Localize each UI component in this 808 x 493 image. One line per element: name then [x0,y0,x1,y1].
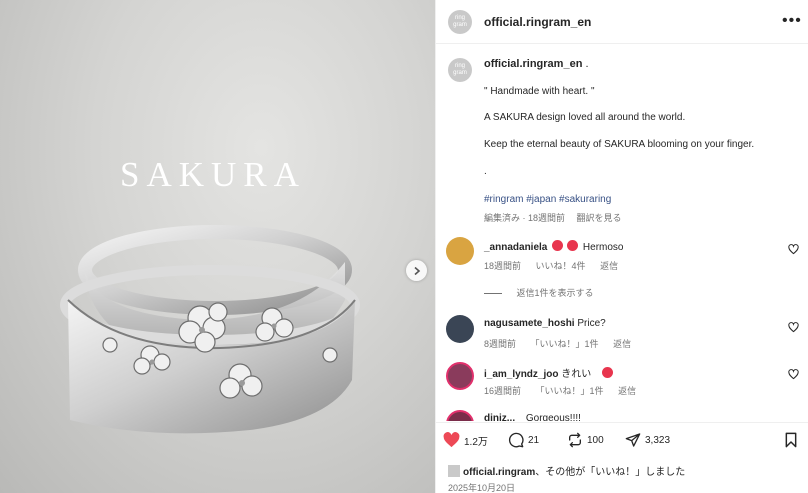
caption-line: . [484,166,487,177]
like-button[interactable]: 1.2万 [443,432,488,448]
bookmark-icon [785,432,797,448]
comment-body: Hermoso [582,242,624,253]
divider [484,293,502,295]
caption-header: official.ringram_en . [484,58,589,70]
comment-meta: 16週間前 「いいね！」1件 返信 [484,384,648,397]
reply-button[interactable]: 返信 [618,386,636,396]
like-comment-icon[interactable] [788,244,799,255]
comment-body: Price? [577,318,606,329]
comment-item: i_am_lyndz_joo きれい 16週間前 「いいね！」1件 返信 [436,362,808,402]
caption-line: " Handmade with heart. " [484,86,595,97]
heart-eyes-emoji-icon [602,367,614,378]
heart-filled-icon [443,432,460,448]
post-image: SAKURA [0,0,435,493]
post-dialog: SAKURA ring gram official.ringram_en •••… [0,0,808,493]
comment-item: nagusamete_hoshi Price? 8週間前 「いいね！」1件 返信 [436,315,808,355]
avatar[interactable]: ring gram [448,10,472,34]
reply-button[interactable]: 返信 [600,261,618,271]
more-horizontal-icon: ••• [782,12,802,29]
comment-time: 8週間前 [484,339,517,349]
commenter-avatar[interactable] [446,315,474,343]
hashtags[interactable]: #ringram #japan #sakuraring [484,194,611,205]
comment-text: nagusamete_hoshi Price? [484,318,606,329]
liker-avatar[interactable] [448,465,460,477]
chevron-right-icon [413,266,420,275]
comment-icon [508,432,524,448]
post-header: ring gram official.ringram_en ••• [436,0,808,44]
commenter-avatar[interactable] [446,237,474,265]
caption-username[interactable]: official.ringram_en [484,58,582,70]
image-title: SAKURA [120,155,306,194]
heart-eyes-emoji-icon [552,240,564,251]
post-date[interactable]: 2025年10月20日 [448,481,515,493]
caption-line: Keep the eternal beauty of SAKURA bloomi… [484,139,755,150]
like-comment-icon[interactable] [788,322,799,333]
caption-line: A SAKURA design loved all around the wor… [484,112,686,123]
like-count: 1.2万 [464,436,488,448]
liked-by-text[interactable]: 、その他が「いいね！」しました [535,467,685,478]
comment-body: Gorgeous!!!! [525,413,581,421]
comment-meta: 8週間前 「いいね！」1件 返信 [484,337,643,350]
comment-time: 18週間前 [484,261,522,271]
comment-text: diniz... Gorgeous!!!! [484,413,581,421]
username-link[interactable]: official.ringram_en [484,15,591,29]
more-options-button[interactable]: ••• [782,12,802,30]
comment-text: _annadaniela Hermoso [484,240,624,253]
commenter-avatar[interactable] [446,410,474,421]
comments-section[interactable]: ring gram official.ringram_en . " Handma… [436,45,808,421]
send-icon [625,433,641,447]
comment-time: 16週間前 [484,386,522,396]
comment-body: きれい [561,369,592,380]
caption-avatar[interactable]: ring gram [448,58,472,82]
caption-meta[interactable]: 編集済み · 18週間前 翻訳を見る [484,211,622,224]
next-image-button[interactable] [406,260,427,281]
save-button[interactable] [784,432,798,448]
comment-meta: 18週間前 いいね！4件 返信 [484,259,630,272]
comment-likes[interactable]: 「いいね！」1件 [536,386,604,396]
heart-eyes-emoji-icon [567,240,579,251]
comment-button[interactable]: 21 [508,432,539,448]
liked-by: official.ringram、その他が「いいね！」しました [448,463,685,478]
liker-username[interactable]: official.ringram [463,467,535,478]
like-comment-icon[interactable] [788,369,799,380]
post-sidebar: ring gram official.ringram_en ••• ring g… [435,0,808,493]
comment-username[interactable]: diniz... [484,413,515,421]
share-button[interactable]: 3,323 [625,432,670,448]
view-replies-button[interactable]: 返信1件を表示する [484,286,594,299]
comment-count: 21 [528,434,540,446]
action-bar: 1.2万 21 100 3,323 [436,422,808,456]
comment-item: _annadaniela Hermoso 18週間前 いいね！4件 返信 [436,237,808,277]
reply-button[interactable]: 返信 [613,339,631,349]
comment-likes[interactable]: 「いいね！」1件 [531,339,599,349]
commenter-avatar[interactable] [446,362,474,390]
comment-item: diniz... Gorgeous!!!! [436,410,808,421]
repost-count: 100 [587,434,604,446]
comment-likes[interactable]: いいね！4件 [536,261,586,271]
view-replies-label: 返信1件を表示する [516,288,594,298]
comment-username[interactable]: nagusamete_hoshi [484,318,575,329]
comment-username[interactable]: i_am_lyndz_joo [484,369,558,380]
caption-username-suffix: . [585,58,589,70]
rings-illustration [60,225,360,434]
comment-username[interactable]: _annadaniela [484,242,547,253]
repost-icon [569,432,581,448]
repost-button[interactable]: 100 [567,432,604,448]
comment-text: i_am_lyndz_joo きれい [484,365,615,380]
share-count: 3,323 [645,434,671,446]
